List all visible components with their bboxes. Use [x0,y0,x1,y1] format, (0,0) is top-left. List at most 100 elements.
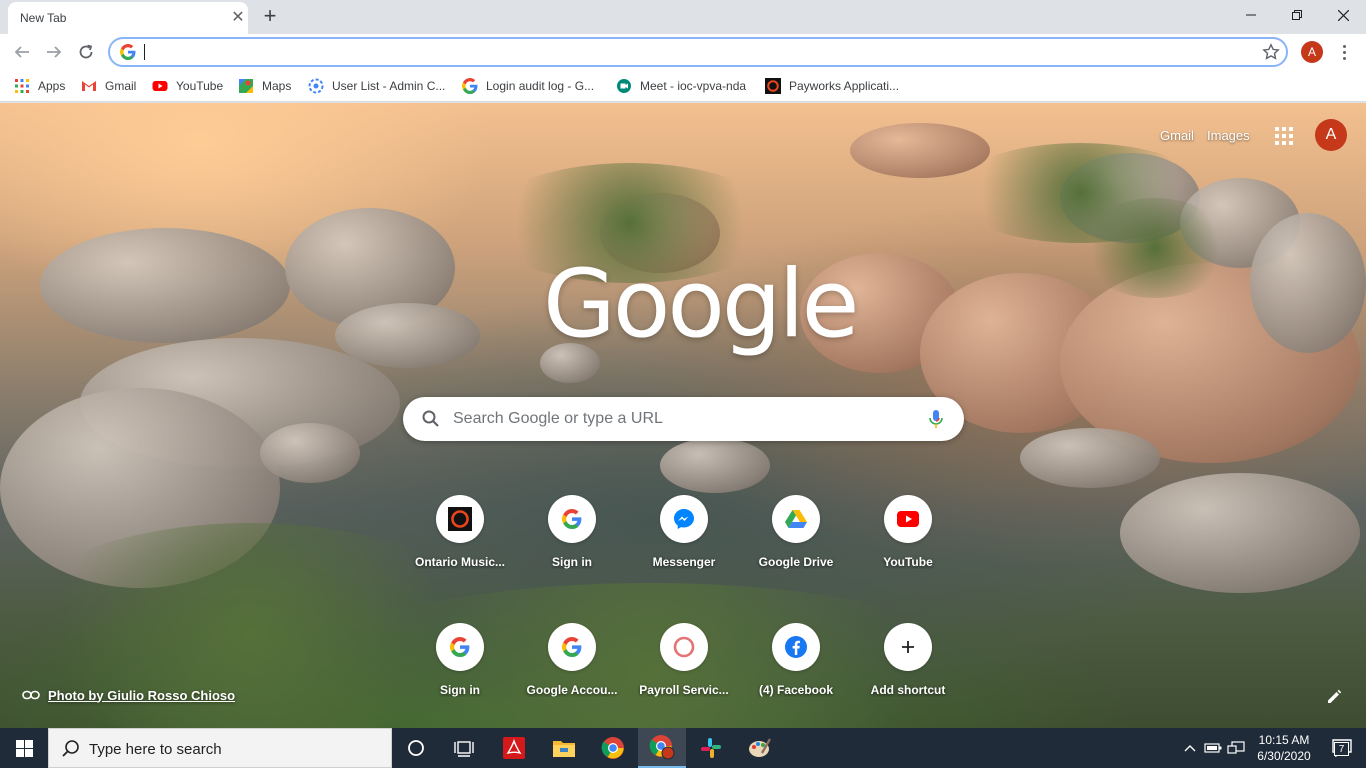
close-window-icon[interactable] [1320,0,1366,30]
file-explorer-icon[interactable] [540,728,588,768]
shortcut-facebook[interactable]: (4) Facebook [740,607,852,719]
photo-attribution[interactable]: Photo by Giulio Rosso Chioso [22,686,235,704]
clock-time: 10:15 AM [1258,733,1310,747]
chrome-icon[interactable] [589,728,637,768]
tab-new-tab[interactable]: New Tab ✕ [8,2,248,34]
forward-arrow-icon[interactable] [42,40,66,64]
link-icon [22,690,40,700]
bookmark-label: User List - Admin C... [332,79,446,93]
address-bar[interactable] [108,37,1288,67]
admin-icon [308,78,324,94]
youtube-icon [897,511,919,527]
shortcut-google-drive[interactable]: Google Drive [740,479,852,591]
google-logo: Google [543,250,859,359]
account-avatar[interactable]: A [1315,119,1347,151]
bookmark-login-audit[interactable]: Login audit log - G... [462,76,594,96]
search-box[interactable] [403,397,964,441]
bookmark-label: Meet - ioc-vpva-nda [640,79,747,93]
maps-icon [239,79,253,93]
profile-avatar[interactable]: A [1301,41,1323,63]
google-icon [562,637,582,657]
google-icon [450,637,470,657]
notification-count-badge: 7 [1334,742,1349,756]
bookmark-label: Gmail [105,79,137,93]
search-icon [62,740,79,757]
restore-icon[interactable] [1274,0,1320,30]
search-input[interactable] [453,407,913,431]
shortcut-label: YouTube [883,555,933,569]
task-view-icon[interactable] [440,728,488,768]
acrobat-icon[interactable] [490,728,538,768]
bookmark-gmail[interactable]: Gmail [81,76,136,96]
plus-icon [902,641,914,653]
bookmark-label: Payworks Applicati... [789,79,900,93]
google-icon [562,509,582,529]
shortcut-label: (4) Facebook [758,683,833,697]
gmail-link[interactable]: Gmail [1160,128,1194,143]
text-caret [144,44,145,60]
paint-icon[interactable] [736,728,784,768]
google-drive-icon [785,510,807,528]
apps-grid-icon [15,79,29,93]
tab-strip: New Tab ✕ + [0,0,1366,34]
network-icon[interactable] [1226,738,1246,758]
add-shortcut-button[interactable]: Add shortcut [852,607,964,719]
chrome-profile-icon[interactable] [638,728,686,768]
tab-close-icon[interactable]: ✕ [230,10,246,26]
new-tab-button[interactable]: + [258,4,282,28]
shortcut-youtube[interactable]: YouTube [852,479,964,591]
meet-icon [617,79,631,93]
microphone-icon[interactable] [927,409,945,429]
bookmark-apps[interactable]: Apps [14,76,65,96]
shortcut-ontario-music[interactable]: Ontario Music... [404,479,516,591]
bookmark-youtube[interactable]: YouTube [152,76,223,96]
taskbar: Type here to search 10:15 AM 6/30/2020 7 [0,728,1366,768]
minimize-icon[interactable] [1228,0,1274,30]
google-icon [462,78,478,94]
bookmark-label: YouTube [176,79,224,93]
clock-date: 6/30/2020 [1257,749,1311,763]
bookmark-meet[interactable]: Meet - ioc-vpva-nda [616,76,746,96]
shortcut-label: Ontario Music... [414,555,505,569]
shortcut-label: Messenger [652,555,716,569]
reload-icon[interactable] [74,40,98,64]
google-apps-icon[interactable] [1275,127,1293,145]
bookmark-label: Maps [262,79,292,93]
shortcut-messenger[interactable]: Messenger [628,479,740,591]
shortcut-label: Sign in [440,683,480,697]
taskbar-search-placeholder: Type here to search [89,741,222,758]
chrome-menu-icon[interactable] [1336,40,1352,64]
ontario-music-icon [448,507,472,531]
bookmark-label: Apps [38,79,66,93]
attribution-text: Photo by Giulio Rosso Chioso [48,687,236,703]
new-tab-page: Gmail Images A Google Ontario Music... [0,103,1366,728]
bookmark-label: Login audit log - G... [486,79,595,93]
cortana-icon[interactable] [392,728,440,768]
battery-icon[interactable] [1203,738,1223,758]
back-arrow-icon[interactable] [10,40,34,64]
shortcut-payroll[interactable]: Payroll Servic... [628,607,740,719]
shortcut-label: Sign in [552,555,592,569]
bookmark-payworks[interactable]: Payworks Applicati... [765,76,899,96]
toolbar: A [0,34,1366,70]
taskbar-search-box[interactable]: Type here to search [48,728,392,768]
shortcut-google-account[interactable]: Google Accou... [516,607,628,719]
shortcut-label: Google Accou... [526,683,618,697]
taskbar-clock[interactable]: 10:15 AM 6/30/2020 [1246,732,1322,764]
payroll-icon [673,636,695,658]
payworks-icon [765,78,781,94]
windows-start-icon[interactable] [0,728,48,768]
gmail-icon [82,81,96,91]
bookmark-maps[interactable]: Maps [238,76,291,96]
bookmark-star-icon[interactable] [1262,43,1280,61]
show-hidden-icons-chevron-icon[interactable] [1180,738,1200,758]
shortcut-sign-in[interactable]: Sign in [516,479,628,591]
slack-icon[interactable] [687,728,735,768]
address-input[interactable] [144,42,1244,62]
bookmark-user-list[interactable]: User List - Admin C... [308,76,445,96]
images-link[interactable]: Images [1207,128,1250,143]
shortcut-label: Add shortcut [870,683,946,697]
shortcut-sign-in-2[interactable]: Sign in [404,607,516,719]
youtube-icon [152,81,168,91]
customize-pencil-icon[interactable] [1325,687,1343,705]
